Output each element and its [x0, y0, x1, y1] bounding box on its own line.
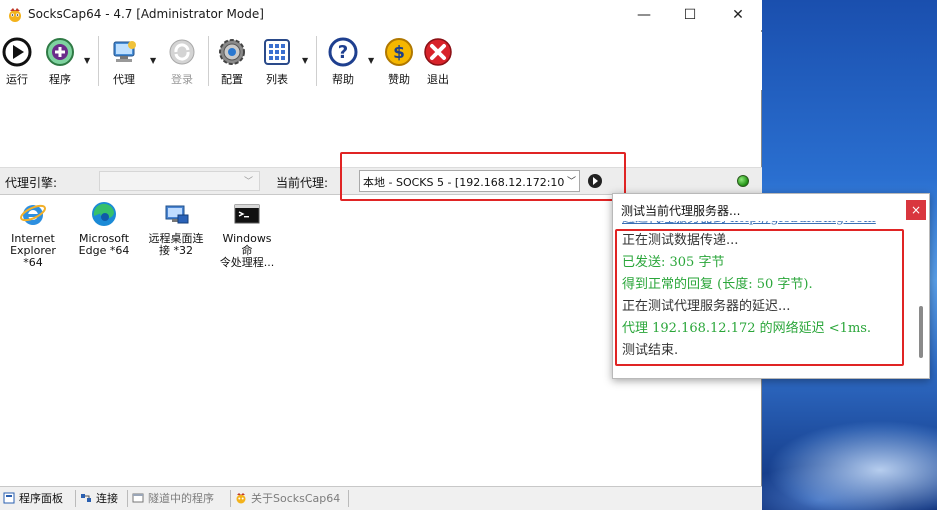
title-bar[interactable]: SocksCap64 - 4.7 [Administrator Mode] — …: [0, 0, 762, 30]
tab-separator: [75, 490, 76, 507]
run-label: 运行: [6, 73, 28, 86]
tab-separator: [230, 490, 231, 507]
sockscap-app-icon: [9, 8, 21, 22]
log-line: 通过代理服务器到 http://global.bing.com: [614, 221, 914, 230]
exit-button[interactable]: 退出: [422, 32, 454, 90]
help-button[interactable]: ? 帮助: [326, 32, 360, 90]
programs-label: 程序: [49, 73, 71, 86]
toolbar: 运行 程序 ▼ 代理 ▼ 登录 配置 列表 ▼ ? 帮助 ▼ $ 赞助 退出: [0, 32, 762, 90]
program-label-line2: Explorer *64: [10, 244, 56, 269]
popup-title: 测试当前代理服务器...: [621, 204, 741, 218]
exit-x-icon: [424, 38, 452, 66]
tab-label: 连接: [96, 492, 118, 505]
exit-label: 退出: [427, 73, 449, 86]
tab-about[interactable]: 关于SocksCap64: [232, 490, 340, 508]
program-item-windows-cmd[interactable]: Windows 命 令处理程...: [217, 200, 277, 269]
program-label-line2: Edge *64: [78, 244, 130, 257]
tab-label: 程序面板: [19, 492, 63, 505]
proxy-label: 代理: [113, 73, 135, 86]
programs-dropdown-icon[interactable]: ▼: [84, 56, 90, 65]
window-title: SocksCap64 - 4.7 [Administrator Mode]: [28, 7, 264, 21]
config-label: 配置: [221, 73, 243, 86]
login-button: 登录: [166, 32, 198, 90]
list-dropdown-icon[interactable]: ▼: [302, 56, 308, 65]
connections-icon: [81, 494, 91, 502]
maximize-button[interactable]: ☐: [667, 0, 713, 30]
window-list-icon: [132, 493, 144, 503]
toolbar-separator: [208, 36, 209, 86]
program-item-remote-desktop[interactable]: 远程桌面连 接 *32: [146, 200, 206, 257]
microsoft-edge-icon: [92, 202, 116, 226]
proxy-computer-icon: [113, 41, 136, 62]
proxy-engine-bar: 代理引擎: ﹀ 当前代理: 本地 - SOCKS 5 - [192.168.12…: [0, 167, 762, 195]
tab-label: 关于SocksCap64: [251, 492, 341, 505]
svg-text:$: $: [393, 43, 405, 63]
donate-button[interactable]: $ 赞助: [384, 32, 414, 90]
internet-explorer-icon: [20, 204, 46, 225]
current-proxy-label: 当前代理:: [276, 176, 329, 190]
toolbar-separator: [316, 36, 317, 86]
log-line: 得到正常的回复 (长度: 50 字节).: [622, 277, 813, 292]
tab-separator: [348, 490, 349, 507]
tab-label: 隧道中的程序: [148, 492, 214, 505]
log-line: 测试结束.: [622, 343, 679, 358]
list-label: 列表: [266, 73, 288, 86]
dollar-coin-icon: $: [385, 38, 413, 66]
command-prompt-icon: [234, 204, 260, 224]
help-label: 帮助: [332, 73, 354, 86]
program-item-internet-explorer[interactable]: Internet Explorer *64: [3, 200, 63, 269]
popup-close-button[interactable]: ×: [906, 200, 926, 220]
programs-button[interactable]: 程序: [44, 32, 76, 90]
current-proxy-value: 本地 - SOCKS 5 - [192.168.12.172:1082]: [363, 176, 580, 189]
sockscap-app-icon: [236, 493, 246, 504]
proxy-button[interactable]: 代理: [106, 32, 142, 90]
tab-connections[interactable]: 连接: [77, 490, 118, 508]
log-line: 正在测试代理服务器的延迟...: [622, 299, 791, 314]
help-dropdown-icon[interactable]: ▼: [368, 56, 374, 65]
proxy-engine-label: 代理引擎:: [5, 176, 58, 190]
minimize-button[interactable]: —: [621, 0, 667, 30]
panel-icon: [3, 492, 15, 504]
log-line: 代理 192.168.12.172 的网络延迟 <1ms.: [622, 321, 872, 336]
chevron-down-icon: ﹀: [564, 171, 579, 191]
tab-tunneled-programs[interactable]: 隧道中的程序: [129, 490, 214, 508]
login-label: 登录: [171, 73, 193, 86]
gear-icon: [219, 39, 245, 65]
test-proxy-button[interactable]: [588, 174, 602, 188]
login-sync-icon: [169, 39, 195, 65]
close-button[interactable]: ✕: [715, 0, 761, 30]
test-log: 通过代理服务器到 http://global.bing.com 正在测试数据传递…: [614, 221, 914, 377]
status-indicator-icon: [737, 175, 749, 187]
bottom-tab-bar: 程序面板 连接 隧道中的程序 关于SocksCap64: [0, 486, 762, 510]
current-proxy-select[interactable]: 本地 - SOCKS 5 - [192.168.12.172:1082] ﹀: [359, 170, 580, 192]
add-program-icon: [46, 38, 74, 66]
popup-scrollbar[interactable]: [919, 306, 923, 358]
tab-program-panel[interactable]: 程序面板: [0, 490, 63, 508]
run-button[interactable]: 运行: [2, 32, 32, 90]
program-label-line2: 接 *32: [159, 244, 193, 257]
tab-separator: [127, 490, 128, 507]
test-proxy-popup: 测试当前代理服务器... × 通过代理服务器到 http://global.bi…: [612, 193, 930, 379]
program-label-line1: Windows 命: [222, 232, 272, 257]
donate-label: 赞助: [388, 73, 410, 86]
config-button[interactable]: 配置: [216, 32, 248, 90]
remote-desktop-icon: [165, 205, 189, 224]
help-icon: ?: [328, 37, 358, 67]
list-button[interactable]: 列表: [261, 32, 293, 90]
program-item-microsoft-edge[interactable]: Microsoft Edge *64: [74, 200, 134, 257]
proxy-engine-select[interactable]: ﹀: [99, 171, 260, 191]
program-label-line2: 令处理程...: [219, 256, 275, 269]
proxy-dropdown-icon[interactable]: ▼: [150, 56, 156, 65]
list-grid-icon: [264, 39, 290, 65]
log-line: 已发送: 305 字节: [622, 255, 725, 270]
chevron-down-icon: ﹀: [243, 177, 253, 187]
play-icon: [2, 37, 32, 67]
toolbar-separator: [98, 36, 99, 86]
log-line: 正在测试数据传递...: [622, 233, 739, 248]
svg-text:?: ?: [338, 42, 348, 63]
